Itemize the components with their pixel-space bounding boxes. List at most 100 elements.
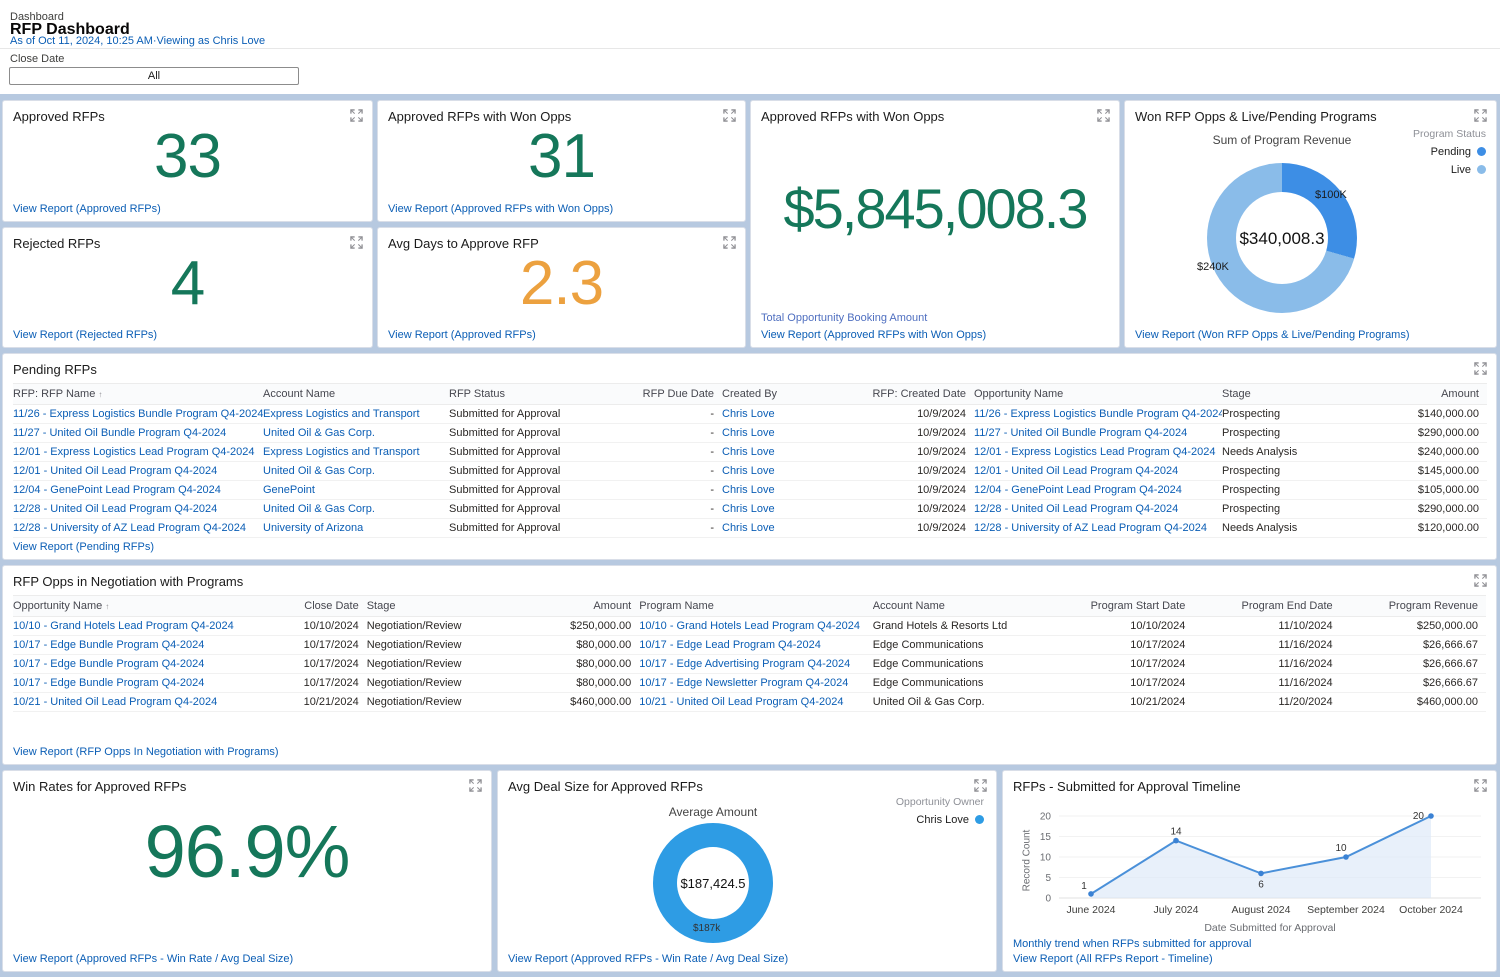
expand-icon[interactable] xyxy=(1474,362,1487,375)
dashboard-subtitle[interactable]: As of Oct 11, 2024, 10:25 AM·Viewing as … xyxy=(10,35,265,47)
cell-link[interactable]: United Oil & Gas Corp. xyxy=(263,424,449,443)
expand-icon[interactable] xyxy=(350,236,363,249)
cell-link[interactable]: 12/28 - United Oil Lead Program Q4-2024 xyxy=(974,500,1222,519)
cell-link[interactable]: 10/17 - Edge Advertising Program Q4-2024 xyxy=(639,655,872,674)
cell-link[interactable]: 11/26 - Express Logistics Bundle Program… xyxy=(13,405,263,424)
table-row: 10/17 - Edge Bundle Program Q4-2024 10/17… xyxy=(13,655,1486,674)
expand-icon[interactable] xyxy=(974,779,987,792)
column-header[interactable]: Stage xyxy=(367,596,514,617)
cell-link[interactable]: University of Arizona xyxy=(263,519,449,538)
column-header[interactable]: RFP: Created Date xyxy=(837,384,974,405)
legend-item-pending[interactable]: Pending xyxy=(1413,146,1486,158)
booking-amount-value: $5,845,008.3 xyxy=(751,181,1119,237)
cell-link[interactable]: Express Logistics and Transport xyxy=(263,405,449,424)
column-header[interactable]: Stage xyxy=(1222,384,1365,405)
data-point[interactable] xyxy=(1428,813,1434,819)
cell-link[interactable]: Express Logistics and Transport xyxy=(263,443,449,462)
cell-text: $145,000.00 xyxy=(1365,462,1487,481)
expand-icon[interactable] xyxy=(1474,574,1487,587)
cell-link[interactable]: 10/17 - Edge Newsletter Program Q4-2024 xyxy=(639,674,872,693)
cell-link[interactable]: 12/04 - GenePoint Lead Program Q4-2024 xyxy=(13,481,263,500)
expand-icon[interactable] xyxy=(723,236,736,249)
data-point[interactable] xyxy=(1258,871,1264,877)
column-header[interactable]: RFP: RFP Name↑ xyxy=(13,384,263,405)
view-report-link[interactable]: View Report (Pending RFPs) xyxy=(13,541,154,553)
cell-link[interactable]: 12/28 - University of AZ Lead Program Q4… xyxy=(974,519,1222,538)
cell-link[interactable]: Chris Love xyxy=(722,462,837,481)
cell-link[interactable]: Chris Love xyxy=(722,500,837,519)
legend-item-live[interactable]: Live xyxy=(1413,164,1486,176)
cell-link[interactable]: 10/10 - Grand Hotels Lead Program Q4-202… xyxy=(639,617,872,636)
view-report-link[interactable]: View Report (Won RFP Opps & Live/Pending… xyxy=(1135,329,1410,341)
cell-text: 10/21/2024 xyxy=(249,693,366,712)
data-point[interactable] xyxy=(1343,854,1349,860)
column-header[interactable]: Opportunity Name↑ xyxy=(13,596,249,617)
view-report-link[interactable]: View Report (Approved RFPs) xyxy=(13,203,161,215)
column-header[interactable]: Account Name xyxy=(263,384,449,405)
column-header[interactable]: Amount xyxy=(1365,384,1487,405)
column-header[interactable]: RFP Due Date xyxy=(599,384,722,405)
cell-link[interactable]: United Oil & Gas Corp. xyxy=(263,500,449,519)
column-header[interactable]: Program Name xyxy=(639,596,872,617)
column-header[interactable]: Program Start Date xyxy=(1047,596,1193,617)
avg-days-value: 2.3 xyxy=(378,253,745,315)
cell-link[interactable]: 10/17 - Edge Bundle Program Q4-2024 xyxy=(13,636,249,655)
cell-link[interactable]: GenePoint xyxy=(263,481,449,500)
view-report-link[interactable]: View Report (Approved RFPs - Win Rate / … xyxy=(13,953,293,965)
column-header[interactable]: Amount xyxy=(514,596,639,617)
view-report-link[interactable]: View Report (RFP Opps In Negotiation wit… xyxy=(13,746,279,758)
expand-icon[interactable] xyxy=(1474,109,1487,122)
cell-link[interactable]: United Oil & Gas Corp. xyxy=(263,462,449,481)
view-report-link[interactable]: View Report (Approved RFPs - Win Rate / … xyxy=(508,953,788,965)
header-divider xyxy=(0,48,1500,49)
column-header[interactable]: RFP Status xyxy=(449,384,599,405)
cell-link[interactable]: 10/21 - United Oil Lead Program Q4-2024 xyxy=(13,693,249,712)
cell-link[interactable]: 12/04 - GenePoint Lead Program Q4-2024 xyxy=(974,481,1222,500)
expand-icon[interactable] xyxy=(469,779,482,792)
cell-link[interactable]: 11/27 - United Oil Bundle Program Q4-202… xyxy=(13,424,263,443)
column-header[interactable]: Program End Date xyxy=(1193,596,1340,617)
view-report-link[interactable]: View Report (Rejected RFPs) xyxy=(13,329,157,341)
column-header[interactable]: Program Revenue xyxy=(1341,596,1486,617)
data-point[interactable] xyxy=(1088,891,1094,897)
column-header[interactable]: Close Date xyxy=(249,596,366,617)
view-report-link[interactable]: View Report (Approved RFPs with Won Opps… xyxy=(388,203,613,215)
cell-link[interactable]: Chris Love xyxy=(722,405,837,424)
cell-link[interactable]: Chris Love xyxy=(722,424,837,443)
cell-link[interactable]: 12/01 - Express Logistics Lead Program Q… xyxy=(13,443,263,462)
cell-link[interactable]: 12/01 - United Oil Lead Program Q4-2024 xyxy=(13,462,263,481)
timeline-line-chart[interactable]: 2015105011461020June 2024July 2024August… xyxy=(1011,807,1490,937)
view-report-link[interactable]: View Report (Approved RFPs with Won Opps… xyxy=(761,329,986,341)
legend-title: Opportunity Owner xyxy=(896,796,984,808)
legend-item-chris-love[interactable]: Chris Love xyxy=(896,814,984,826)
cell-link[interactable]: 11/27 - United Oil Bundle Program Q4-202… xyxy=(974,424,1222,443)
cell-link[interactable]: 10/17 - Edge Lead Program Q4-2024 xyxy=(639,636,872,655)
cell-link[interactable]: 10/17 - Edge Bundle Program Q4-2024 xyxy=(13,655,249,674)
column-header[interactable]: Account Name xyxy=(873,596,1047,617)
column-header[interactable]: Created By xyxy=(722,384,837,405)
expand-icon[interactable] xyxy=(723,109,736,122)
expand-icon[interactable] xyxy=(1097,109,1110,122)
cell-link[interactable]: 12/28 - University of AZ Lead Program Q4… xyxy=(13,519,263,538)
cell-link[interactable]: 12/01 - Express Logistics Lead Program Q… xyxy=(974,443,1222,462)
close-date-filter-dropdown[interactable]: All xyxy=(9,67,299,85)
cell-link[interactable]: Chris Love xyxy=(722,519,837,538)
view-report-link[interactable]: View Report (All RFPs Report - Timeline) xyxy=(1013,953,1213,965)
booking-footnote[interactable]: Total Opportunity Booking Amount xyxy=(761,312,927,324)
cell-link[interactable]: 10/21 - United Oil Lead Program Q4-2024 xyxy=(639,693,872,712)
cell-link[interactable]: 12/01 - United Oil Lead Program Q4-2024 xyxy=(974,462,1222,481)
data-point[interactable] xyxy=(1173,838,1179,844)
view-report-link[interactable]: View Report (Approved RFPs) xyxy=(388,329,536,341)
timeline-footnote[interactable]: Monthly trend when RFPs submitted for ap… xyxy=(1013,938,1251,950)
expand-icon[interactable] xyxy=(350,109,363,122)
cell-link[interactable]: Chris Love xyxy=(722,443,837,462)
cell-link[interactable]: Chris Love xyxy=(722,481,837,500)
cell-link[interactable]: 12/28 - United Oil Lead Program Q4-2024 xyxy=(13,500,263,519)
cell-link[interactable]: 10/17 - Edge Bundle Program Q4-2024 xyxy=(13,674,249,693)
cell-text: Needs Analysis xyxy=(1222,519,1365,538)
cell-link[interactable]: 10/10 - Grand Hotels Lead Program Q4-202… xyxy=(13,617,249,636)
column-header[interactable]: Opportunity Name xyxy=(974,384,1222,405)
cell-text: $250,000.00 xyxy=(514,617,639,636)
cell-link[interactable]: 11/26 - Express Logistics Bundle Program… xyxy=(974,405,1222,424)
expand-icon[interactable] xyxy=(1474,779,1487,792)
